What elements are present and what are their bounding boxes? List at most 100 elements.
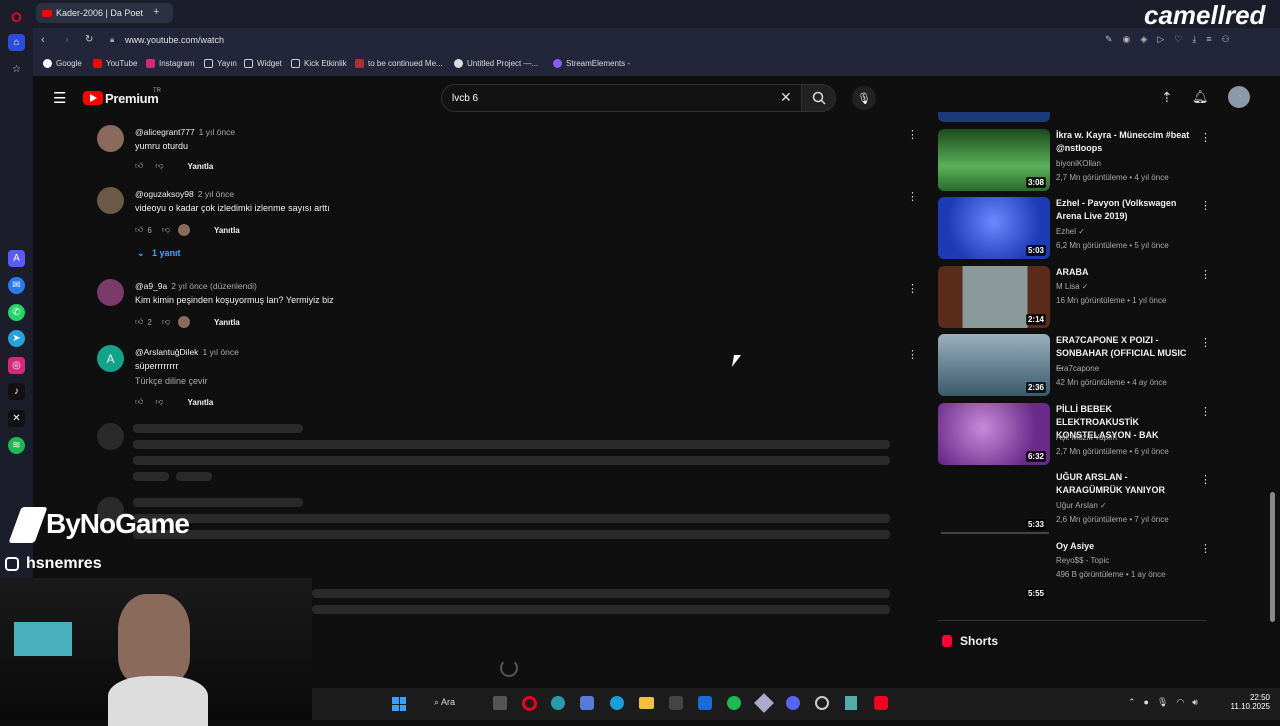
reply-button[interactable]: Yanıtla (188, 398, 214, 407)
comment-menu-icon[interactable]: ⋮ (907, 282, 918, 295)
bookmark-widget[interactable]: Widget (244, 59, 282, 68)
forward-icon[interactable]: › (65, 34, 69, 46)
search-button[interactable] (802, 84, 836, 112)
page-scrollbar[interactable] (1270, 492, 1275, 622)
video-thumbnail[interactable]: 6:32 (938, 403, 1050, 465)
reply-button[interactable]: Yanıtla (214, 226, 240, 235)
edge-icon[interactable] (610, 696, 624, 710)
dislike-icon[interactable]: 👎︎ (162, 225, 170, 235)
video-menu-icon[interactable]: ⋮ (1200, 268, 1211, 281)
menu-icon[interactable]: ☰ (53, 89, 66, 107)
bookmark-streamelements[interactable]: StreamElements - (553, 59, 630, 68)
app-taskbar-icon[interactable] (874, 696, 888, 710)
like-icon[interactable]: 👍︎ (135, 317, 143, 327)
avatar[interactable] (97, 125, 124, 152)
app-taskbar-icon[interactable] (754, 693, 774, 713)
video-title[interactable]: İkra w. Kayra - Müneccim #beat @nstloops (1056, 129, 1196, 155)
tiktok-icon[interactable]: ♪ (8, 383, 25, 400)
store-icon[interactable] (669, 696, 683, 710)
video-menu-icon[interactable]: ⋮ (1200, 405, 1211, 418)
youtube-logo-icon[interactable] (83, 91, 103, 105)
video-title[interactable]: Ezhel - Pavyon (Volkswagen Arena Live 20… (1056, 197, 1196, 223)
start-icon[interactable] (392, 697, 406, 711)
aria-icon[interactable]: A (8, 250, 25, 267)
channel-name[interactable]: biyoniKOllan (1056, 159, 1101, 168)
new-tab-button[interactable]: + (153, 6, 159, 18)
search-input[interactable]: lvcb 6 (452, 93, 478, 104)
video-menu-icon[interactable]: ⋮ (1200, 336, 1211, 349)
dislike-icon[interactable]: 👎︎ (155, 397, 163, 407)
search-box[interactable]: lvcb 6 ✕ (441, 84, 802, 112)
app-taskbar-icon[interactable] (551, 696, 565, 710)
x-icon[interactable]: ✕ (8, 410, 25, 427)
like-icon[interactable]: 👍︎ (135, 397, 143, 407)
system-tray-icons[interactable]: ⌃●🎙︎◠🔊︎ (1128, 697, 1206, 708)
view-replies-button[interactable]: ⌄ 1 yanıt (137, 248, 181, 259)
comment-handle[interactable]: @oguzaksoy98 2 yıl önce (135, 189, 234, 199)
channel-name[interactable]: Ezhel ✓ (1056, 227, 1085, 236)
bookmark-untitled[interactable]: Untitled Project —... (454, 59, 538, 68)
channel-name[interactable]: Aşk Müzik Yapım (1056, 433, 1117, 442)
video-thumbnail[interactable]: 2:36 (938, 334, 1050, 396)
video-thumbnail[interactable]: 2:14 (938, 266, 1050, 328)
video-title[interactable]: ARABA (1056, 266, 1196, 279)
reply-button[interactable]: Yanıtla (188, 162, 214, 171)
instagram-icon[interactable]: ◎ (8, 357, 25, 374)
video-title[interactable]: Oy Asiye (1056, 540, 1196, 553)
user-avatar[interactable] (1228, 86, 1250, 108)
discord-icon[interactable] (786, 696, 800, 710)
file-explorer-icon[interactable] (639, 697, 654, 709)
video-thumbnail[interactable]: 5:55 (938, 540, 1050, 602)
address-toolbar-icons[interactable]: ✎◉◈▷♡⤓≡⚇ (1105, 34, 1240, 45)
reply-button[interactable]: Yanıtla (214, 318, 240, 327)
dislike-icon[interactable]: 👎︎ (162, 317, 170, 327)
video-title[interactable]: UĞUR ARSLAN - KARAGÜMRÜK YANIYOR (1056, 471, 1196, 497)
translate-link[interactable]: Türkçe diline çevir (135, 376, 208, 386)
taskbar-search[interactable]: ⌕ Ara (434, 697, 455, 708)
video-menu-icon[interactable]: ⋮ (1200, 542, 1211, 555)
video-menu-icon[interactable]: ⋮ (1200, 131, 1211, 144)
spotify-icon[interactable] (727, 696, 741, 710)
avatar[interactable] (97, 279, 124, 306)
bookmark-google[interactable]: Google (43, 59, 82, 68)
home-icon[interactable]: ⌂ (8, 34, 25, 51)
url-field[interactable]: www.youtube.com/watch (125, 35, 224, 45)
comment-menu-icon[interactable]: ⋮ (907, 190, 918, 203)
channel-name[interactable]: Reyo$$ - Topic (1056, 556, 1109, 565)
dislike-icon[interactable]: 👎︎ (155, 161, 163, 171)
comment-handle[interactable]: @a9_9a 2 yıl önce (düzenlendi) (135, 281, 257, 291)
task-view-icon[interactable] (493, 696, 507, 710)
app-taskbar-icon[interactable] (815, 696, 829, 710)
comment-menu-icon[interactable]: ⋮ (907, 348, 918, 361)
opera-taskbar-icon[interactable] (522, 696, 537, 711)
clock[interactable]: 22:50 11.10.2025 (1230, 693, 1270, 711)
comment-handle[interactable]: @alicegrant777 1 yıl önce (135, 127, 235, 137)
avatar[interactable] (97, 187, 124, 214)
opera-logo-icon[interactable]: O (8, 8, 25, 25)
comment-menu-icon[interactable]: ⋮ (907, 128, 918, 141)
channel-name[interactable]: Uğur Arslan ✓ (1056, 501, 1107, 510)
whatsapp-icon[interactable]: ✆ (8, 304, 25, 321)
video-thumbnail[interactable]: 5:33 (938, 471, 1050, 533)
clear-search-icon[interactable]: ✕ (780, 89, 792, 106)
bookmark-continued[interactable]: to be continued Me... (355, 59, 443, 68)
spotify-icon[interactable]: ≋ (8, 437, 25, 454)
video-menu-icon[interactable]: ⋮ (1200, 199, 1211, 212)
upload-icon[interactable]: ⇡ (1161, 89, 1173, 106)
outlook-icon[interactable] (698, 696, 712, 710)
messenger-icon[interactable]: ✉ (8, 277, 25, 294)
video-menu-icon[interactable]: ⋮ (1200, 473, 1211, 486)
telegram-icon[interactable]: ➤ (8, 330, 25, 347)
bookmark-instagram[interactable]: Instagram (146, 59, 195, 68)
video-thumbnail[interactable]: 5:03 (938, 197, 1050, 259)
back-icon[interactable]: ‹ (41, 34, 45, 46)
partial-thumbnail[interactable] (938, 112, 1050, 122)
voice-search-icon[interactable]: 🎙︎ (852, 86, 876, 110)
star-icon[interactable]: ☆ (8, 61, 25, 78)
app-taskbar-icon[interactable] (580, 696, 594, 710)
bookmark-kick[interactable]: Kick Etkinlik (291, 59, 347, 68)
like-icon[interactable]: 👍︎ (135, 161, 143, 171)
reload-icon[interactable]: ↻ (85, 34, 93, 45)
channel-name[interactable]: M Lisa ✓ (1056, 282, 1089, 291)
bell-icon[interactable]: 🔔︎ (1192, 89, 1209, 105)
